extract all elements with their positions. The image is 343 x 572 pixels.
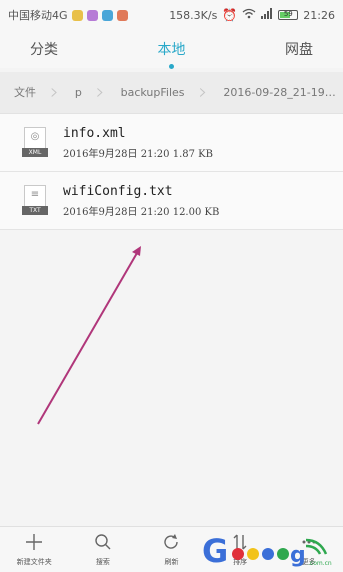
plus-icon bbox=[25, 533, 43, 555]
sort-button[interactable]: 排序 bbox=[210, 533, 270, 567]
tab-local[interactable]: 本地 bbox=[158, 39, 186, 69]
file-meta: 2016年9月28日 21:20 1.87 KB bbox=[63, 148, 213, 160]
breadcrumb-separator-icon: › bbox=[50, 79, 59, 105]
signal-icon bbox=[261, 8, 273, 22]
carrier-label: 中国移动4G bbox=[8, 9, 68, 22]
notification-icons bbox=[71, 9, 128, 21]
more-icon bbox=[300, 533, 318, 555]
refresh-button[interactable]: 刷新 bbox=[141, 533, 201, 567]
alarm-icon: ⏰ bbox=[222, 8, 238, 22]
file-row-wificonfig-txt[interactable]: ≡ TXT wifiConfig.txt 2016年9月28日 21:20 12… bbox=[0, 172, 343, 230]
breadcrumb-separator-icon: › bbox=[95, 79, 105, 105]
app-notification-icon bbox=[86, 9, 98, 21]
refresh-icon bbox=[162, 533, 180, 555]
more-button[interactable]: 更多 bbox=[279, 533, 339, 567]
breadcrumb-item-p[interactable]: p bbox=[61, 72, 94, 113]
battery-icon: 59 bbox=[278, 10, 299, 20]
breadcrumb-item-current-folder[interactable]: 2016-09-28_21-19… bbox=[209, 72, 343, 113]
status-time: 21:26 bbox=[303, 8, 335, 22]
wifi-icon bbox=[242, 8, 256, 22]
search-button[interactable]: 搜索 bbox=[73, 533, 133, 567]
search-icon bbox=[94, 533, 112, 555]
network-speed: 158.3K/s bbox=[169, 8, 218, 22]
file-name: info.xml bbox=[63, 125, 126, 141]
txt-file-icon: ≡ TXT bbox=[22, 184, 48, 217]
breadcrumb: 文件 › p › backupFiles › 2016-09-28_21-19… bbox=[0, 72, 343, 114]
breadcrumb-separator-icon: › bbox=[198, 79, 208, 105]
app-notification-icon bbox=[71, 9, 83, 21]
tab-categories[interactable]: 分类 bbox=[30, 39, 58, 59]
file-row-info-xml[interactable]: ◎ XML info.xml 2016年9月28日 21:20 1.87 KB bbox=[0, 114, 343, 172]
sort-icon bbox=[231, 533, 249, 555]
new-folder-button[interactable]: 新建文件夹 bbox=[4, 533, 64, 567]
file-list: ◎ XML info.xml 2016年9月28日 21:20 1.87 KB … bbox=[0, 114, 343, 230]
app-notification-icon bbox=[101, 9, 113, 21]
breadcrumb-item-backupfiles[interactable]: backupFiles bbox=[107, 72, 197, 113]
xml-file-icon: ◎ XML bbox=[22, 126, 48, 159]
breadcrumb-item-files[interactable]: 文件 bbox=[0, 72, 48, 113]
app-notification-icon bbox=[116, 9, 128, 21]
status-bar: 中国移动4G 158.3K/s ⏰ 59 21:26 bbox=[0, 0, 343, 30]
tab-bar: 分类 本地 网盘 bbox=[0, 30, 343, 69]
tab-cloud[interactable]: 网盘 bbox=[285, 39, 313, 59]
file-name: wifiConfig.txt bbox=[63, 183, 173, 199]
file-meta: 2016年9月28日 21:20 12.00 KB bbox=[63, 206, 220, 218]
bottom-toolbar: 新建文件夹 搜索 刷新 排序 更多 bbox=[0, 526, 343, 572]
